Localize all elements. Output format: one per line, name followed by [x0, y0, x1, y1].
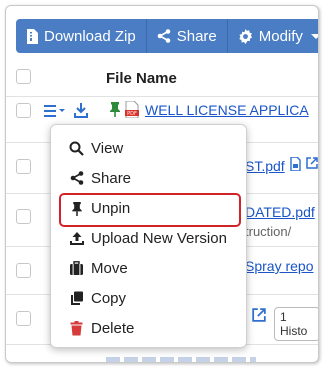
external-link-icon[interactable] — [306, 157, 318, 169]
row-checkbox[interactable] — [16, 311, 31, 326]
actions-menu-icon[interactable] — [44, 104, 72, 118]
menu-item-label: Move — [91, 259, 128, 277]
history-badge[interactable]: 1 Histo — [274, 307, 318, 341]
upload-icon — [68, 231, 85, 246]
download-zip-label: Download Zip — [44, 27, 136, 45]
menu-item-label: Unpin — [91, 199, 131, 217]
menu-item-label: Share — [91, 169, 132, 187]
modify-label: Modify — [258, 27, 303, 45]
pdf-file-icon: PDF — [125, 101, 139, 118]
folder-path: truction/ — [245, 224, 292, 239]
file-link[interactable]: ST.pdf — [245, 158, 285, 174]
row-checkbox[interactable] — [16, 103, 31, 118]
table-header: File Name — [6, 52, 318, 97]
search-icon — [68, 141, 85, 156]
trash-icon — [68, 320, 85, 336]
suitcase-icon — [68, 260, 85, 276]
row-checkbox[interactable] — [16, 159, 31, 174]
file-link[interactable]: Spray repo — [245, 258, 313, 274]
menu-item-upload-new-version[interactable]: Upload New Version — [51, 223, 246, 253]
menu-item-view[interactable]: View — [51, 133, 246, 163]
row-checkbox[interactable] — [16, 263, 31, 278]
pin-icon — [68, 201, 85, 216]
file-link[interactable]: DATED.pdf — [245, 204, 315, 220]
external-link-icon[interactable] — [252, 308, 266, 322]
menu-item-copy[interactable]: Copy — [51, 283, 246, 313]
download-zip-button[interactable]: Download Zip — [16, 19, 147, 53]
copy-icon — [68, 291, 85, 306]
zip-file-icon — [27, 28, 38, 44]
document-icon[interactable] — [290, 157, 301, 171]
column-header-file-name: File Name — [106, 70, 177, 87]
pin-icon — [110, 102, 120, 117]
share-label: Share — [176, 27, 217, 45]
partial-row-text — [106, 357, 256, 362]
file-actions-menu: View Share Unpin Upload New Version Move — [50, 124, 247, 348]
modify-button[interactable]: Modify — [227, 19, 318, 53]
menu-item-move[interactable]: Move — [51, 253, 246, 283]
share-icon — [157, 29, 171, 43]
select-all-checkbox[interactable] — [16, 69, 31, 84]
share-icon — [68, 171, 85, 185]
menu-item-delete[interactable]: Delete — [51, 313, 246, 343]
menu-item-unpin[interactable]: Unpin — [51, 193, 246, 227]
chevron-down-icon — [310, 33, 318, 39]
menu-item-label: Copy — [91, 289, 127, 307]
menu-item-label: View — [91, 139, 124, 157]
row-checkbox[interactable] — [16, 209, 31, 224]
share-button[interactable]: Share — [146, 19, 228, 53]
file-browser-panel: Download Zip Share Modify File Name PDF — [5, 5, 319, 363]
menu-item-share[interactable]: Share — [51, 163, 246, 193]
menu-item-label: Upload New Version — [91, 229, 227, 247]
menu-item-label: Delete — [91, 319, 135, 337]
file-link[interactable]: WELL LICENSE APPLICA — [145, 102, 309, 118]
svg-text:PDF: PDF — [127, 111, 137, 117]
toolbar: Download Zip Share Modify — [16, 19, 318, 53]
gear-icon — [239, 28, 252, 44]
download-icon[interactable] — [74, 102, 88, 118]
